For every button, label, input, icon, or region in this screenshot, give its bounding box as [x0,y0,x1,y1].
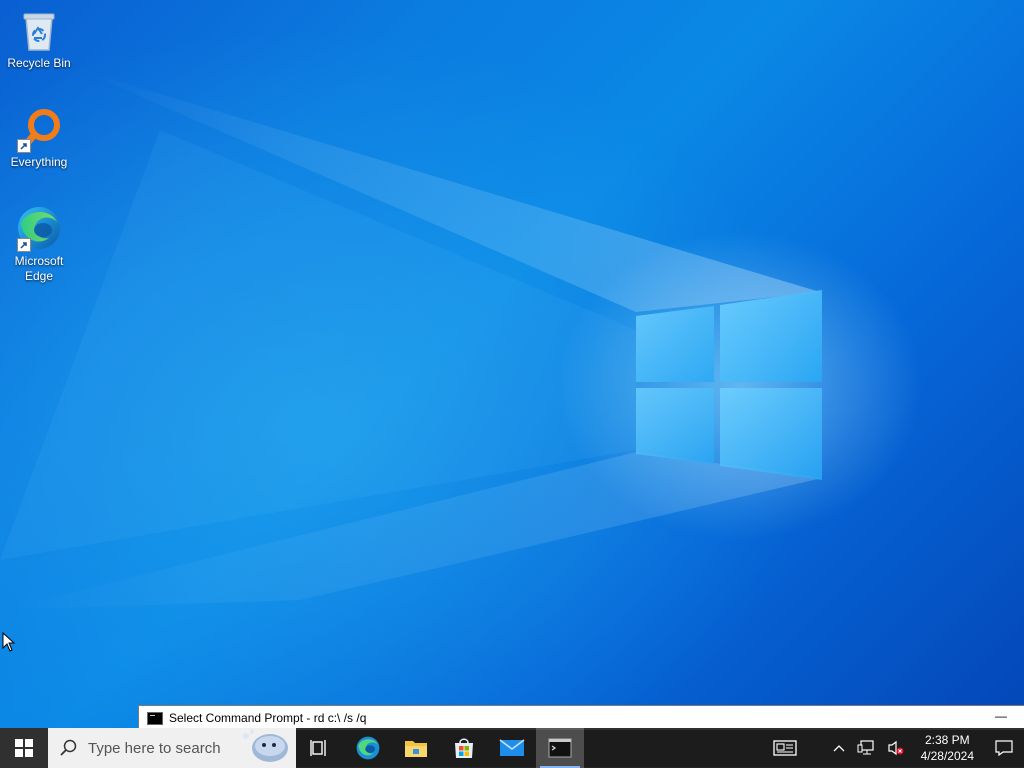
network-button[interactable] [851,728,881,768]
taskbar-mail-button[interactable] [488,728,536,768]
mouse-pointer-icon [2,632,16,652]
desktop-icon-recycle-bin[interactable]: Recycle Bin [1,6,77,71]
shortcut-arrow-icon [17,238,31,252]
recycle-bin-icon [15,6,63,54]
shortcut-arrow-icon [17,139,31,153]
taskbar-file-explorer-button[interactable] [392,728,440,768]
windows-logo-wallpaper [636,290,822,480]
volume-button[interactable] [881,728,911,768]
taskbar-search-box[interactable]: Type here to search [48,728,296,768]
desktop-icon-label: Everything [10,155,68,169]
system-tray: 2:38 PM 4/28/2024 [761,728,1024,768]
window-titlebar[interactable]: Select Command Prompt - rd c:\ /s /q [139,706,1024,730]
command-prompt-icon [548,738,572,758]
task-view-button[interactable] [296,728,344,768]
start-button[interactable] [0,728,48,768]
search-highlight-illustration [243,730,288,762]
desktop[interactable]: Recycle Bin Everything Microsoft Edge [0,0,1024,728]
mail-icon [499,739,525,756]
network-wired-icon [857,740,874,755]
taskbar-edge-button[interactable] [344,728,392,768]
taskbar-store-button[interactable] [440,728,488,768]
clock-date: 4/28/2024 [920,749,974,763]
action-center-button[interactable] [984,728,1024,768]
clock-time: 2:38 PM [924,733,970,747]
windows-start-icon [15,739,33,757]
wallpaper-light-beams [0,70,822,610]
folder-icon [405,741,427,757]
task-view-icon [310,740,326,756]
everything-search-icon [15,105,63,153]
window-title: Select Command Prompt - rd c:\ /s /q [169,711,367,725]
news-and-interests-button[interactable] [761,728,809,768]
search-placeholder: Type here to search [88,739,221,757]
chevron-up-icon [833,745,845,752]
news-icon [772,740,797,756]
search-icon [60,739,77,756]
desktop-icon-label: Recycle Bin [7,56,71,70]
desktop-icon-everything[interactable]: Everything [1,105,77,170]
command-prompt-icon [147,711,163,725]
taskbar-command-prompt-button[interactable] [536,728,584,768]
edge-icon [15,204,63,252]
edge-icon [356,736,380,760]
desktop-icon-label: Microsoft Edge [14,254,64,283]
desktop-icon-microsoft-edge[interactable]: Microsoft Edge [1,204,77,284]
notification-icon [995,740,1013,756]
store-icon [455,738,473,758]
clock[interactable]: 2:38 PM 4/28/2024 [911,732,984,764]
show-hidden-icons-button[interactable] [827,728,851,768]
taskbar: Type here to search 2:38 PM 4/28/2024 [0,728,1024,768]
minimize-button[interactable]: — [978,706,1024,730]
volume-muted-icon [888,740,904,756]
